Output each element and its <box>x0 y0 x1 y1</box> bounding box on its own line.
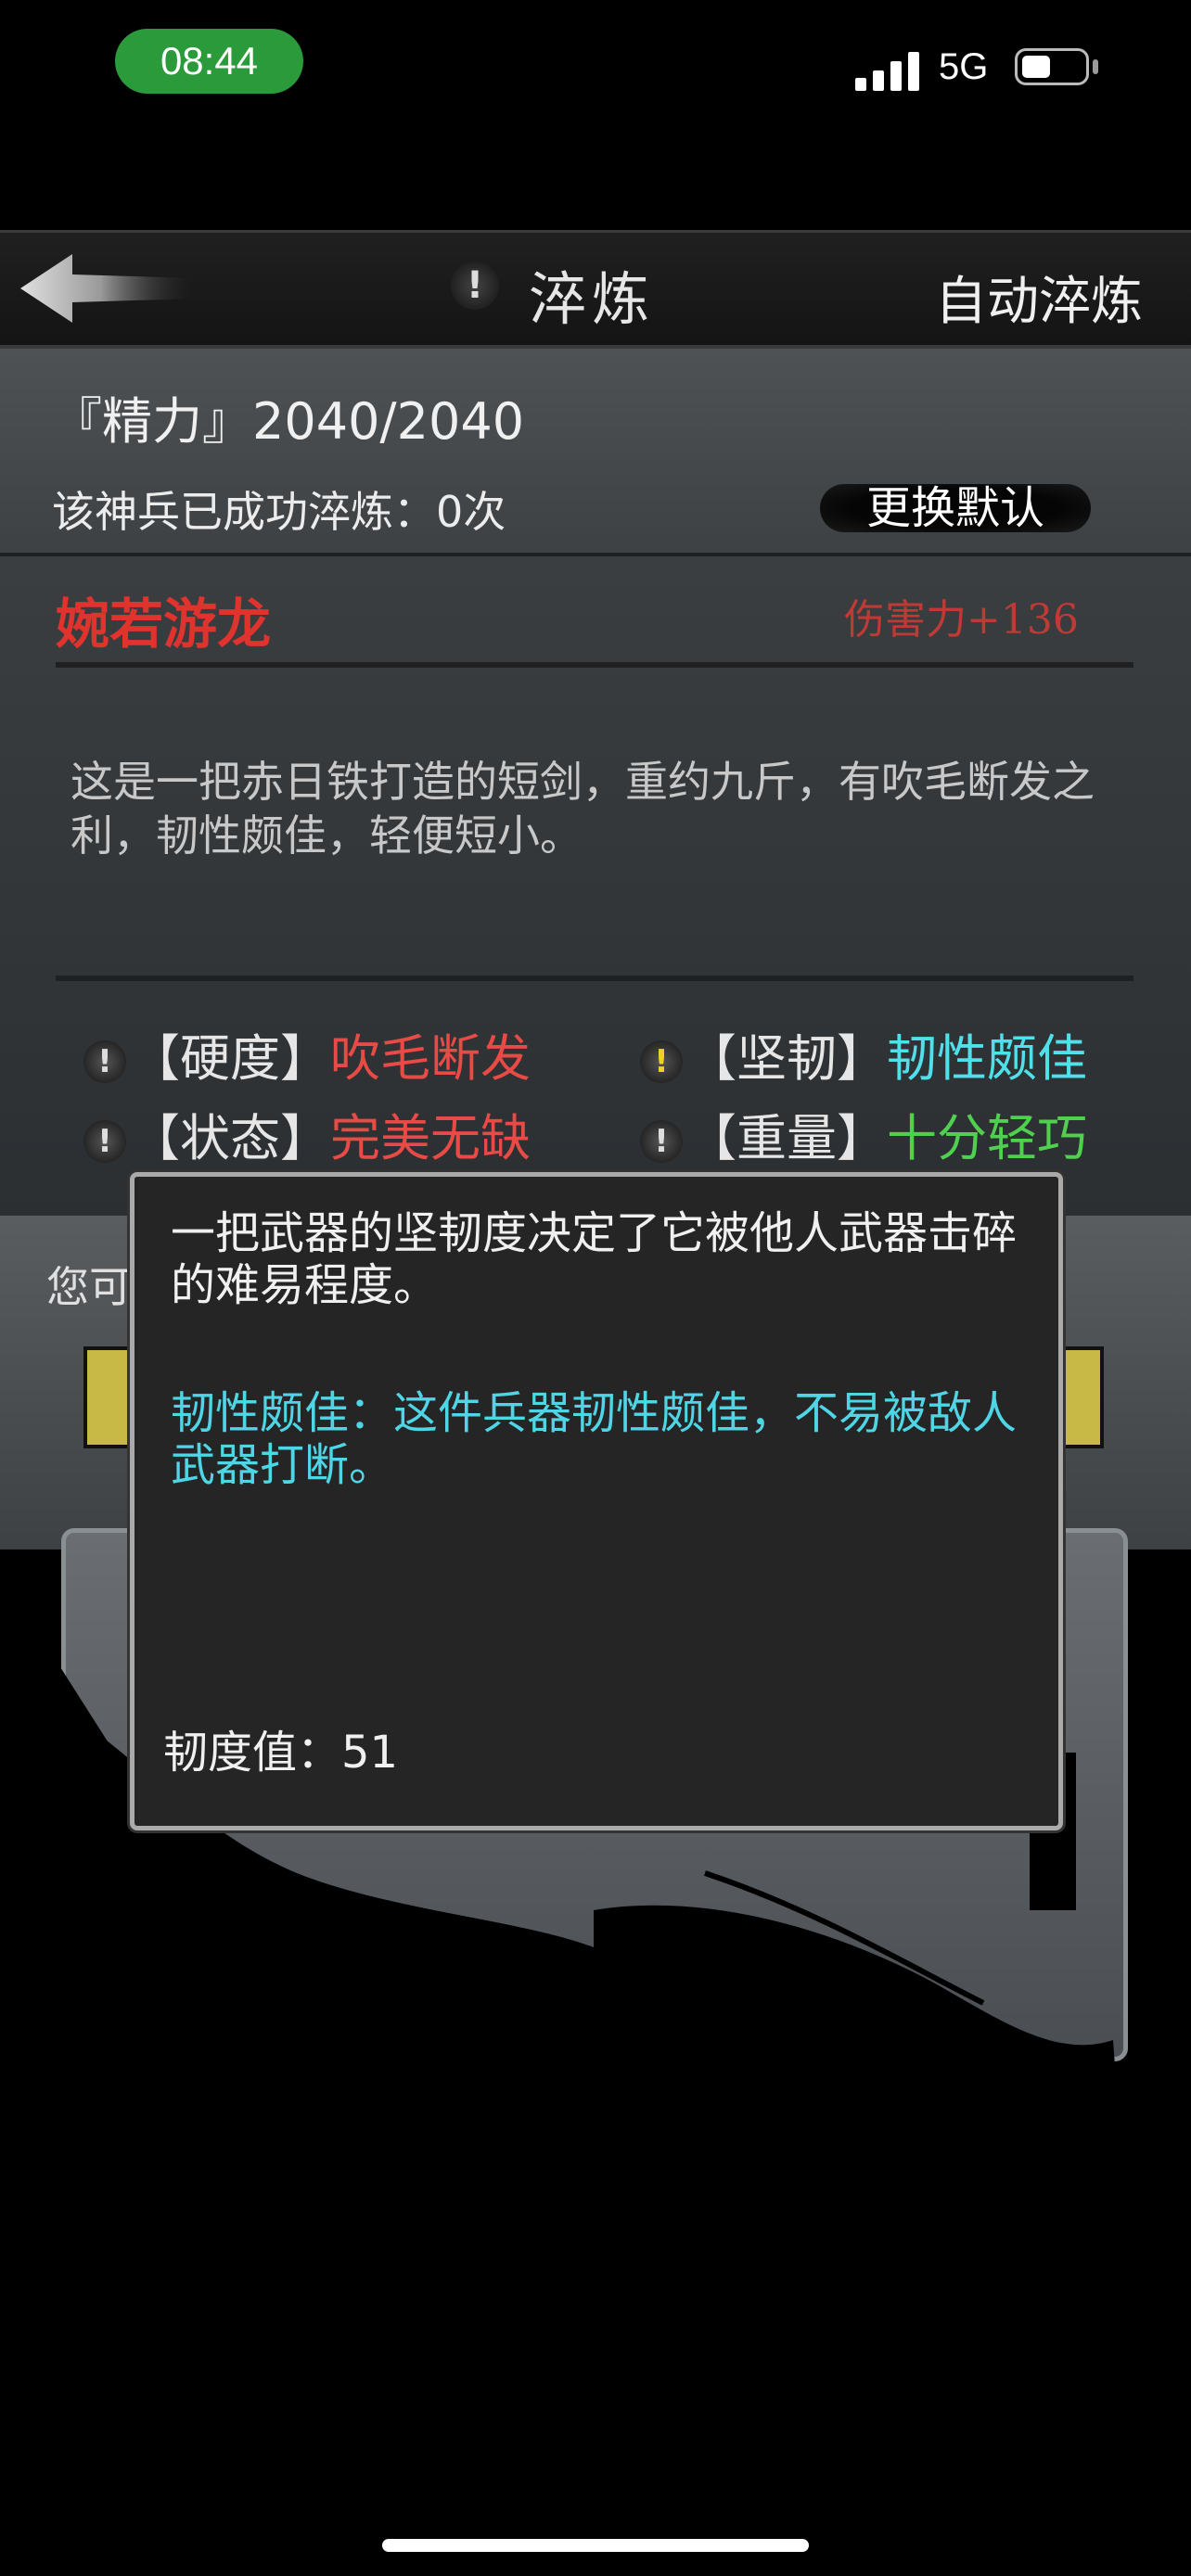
refine-count-label: 该神兵已成功淬炼：0次 <box>52 487 506 537</box>
weapon-name: 婉若游龙 <box>56 593 272 656</box>
attribute-key: 【坚韧】 <box>686 1029 887 1088</box>
weapon-description: 这是一把赤日铁打造的短剑，重约九斤，有吹毛断发之利，韧性颇佳，轻便短小。 <box>70 757 1095 861</box>
tooltip-text: 一把武器的坚韧度决定了它被他人武器击碎的难易程度。 <box>171 1207 1018 1311</box>
attribute-value: 十分轻巧 <box>887 1109 1087 1167</box>
divider <box>56 976 1133 981</box>
hint-label: 您可 <box>46 1262 132 1312</box>
attribute-hardness[interactable]: ! 【硬度】吹毛断发 <box>83 1026 531 1092</box>
page-title: 淬炼 <box>529 265 656 333</box>
attribute-state[interactable]: ! 【状态】完美无缺 <box>83 1105 531 1172</box>
back-button[interactable] <box>17 250 202 326</box>
attribute-toughness[interactable]: ! 【坚韧】韧性颇佳 <box>640 1026 1087 1092</box>
damage-label: 伤害力+136 <box>844 596 1079 644</box>
tooltip-detail: 韧性颇佳：这件兵器韧性颇佳，不易被敌人武器打断。 <box>171 1387 1018 1491</box>
stamina-label: 『精力』2040/2040 <box>52 392 525 451</box>
attribute-key: 【重量】 <box>686 1109 887 1167</box>
home-indicator[interactable] <box>382 2539 809 2552</box>
alert-icon[interactable]: ! <box>640 1120 683 1164</box>
alert-icon[interactable]: ! <box>83 1120 126 1164</box>
attribute-weight[interactable]: ! 【重量】十分轻巧 <box>640 1105 1087 1172</box>
alert-icon[interactable]: ! <box>83 1040 126 1084</box>
auto-refine-button[interactable]: 自动淬炼 <box>935 260 1143 335</box>
battery-icon <box>1015 48 1089 85</box>
back-arrow-icon <box>20 254 198 323</box>
attribute-value: 吹毛断发 <box>330 1029 531 1088</box>
attribute-value: 韧性颇佳 <box>887 1029 1087 1088</box>
attribute-value: 完美无缺 <box>330 1109 531 1167</box>
change-default-button[interactable]: 更换默认 <box>820 484 1091 532</box>
alert-icon[interactable]: ! <box>451 261 499 310</box>
status-time: 08:44 <box>115 29 303 94</box>
attribute-key: 【状态】 <box>130 1109 330 1167</box>
divider <box>56 662 1133 668</box>
tooltip-value: 韧度值：51 <box>163 1727 399 1779</box>
battery-cap <box>1093 59 1098 74</box>
signal-icon <box>855 50 920 91</box>
network-label: 5G <box>939 46 989 87</box>
attribute-key: 【硬度】 <box>130 1029 330 1088</box>
alert-icon[interactable]: ! <box>640 1040 683 1084</box>
